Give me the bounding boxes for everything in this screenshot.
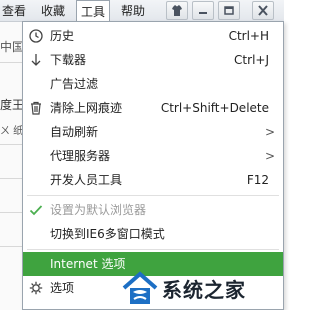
menu-item-label: 广告过滤 (50, 77, 99, 91)
shortcut-label: Ctrl+J (234, 53, 269, 67)
close-icon (258, 5, 268, 16)
menu-item-label: 开发人员工具 (50, 173, 123, 187)
menu-favorites[interactable]: 收藏 (36, 0, 70, 22)
menu-item-label: 设置为默认浏览器 (50, 203, 147, 217)
menu-separator (27, 195, 279, 196)
menu-item-label: 自动刷新 (50, 125, 99, 139)
menu-item-auto-refresh[interactable]: 自动刷新 > (23, 120, 283, 144)
submenu-arrow-icon: > (264, 149, 275, 163)
shirt-icon (172, 5, 182, 16)
download-arrow-icon (31, 54, 41, 66)
menu-item-history[interactable]: 历史 Ctrl+H (23, 24, 283, 48)
watermark: 系统之家 (118, 266, 284, 310)
gear-icon (29, 281, 43, 295)
menu-item-switch-ie6-mode[interactable]: 切换到IE6多窗口模式 (23, 222, 283, 246)
menu-item-label: 切换到IE6多窗口模式 (50, 227, 165, 241)
watermark-text: 系统之家 (162, 278, 246, 302)
menu-bar: 查看 收藏 工具 帮助 (0, 0, 284, 22)
checkmark-icon (29, 205, 43, 216)
menu-item-label: 历史 (50, 29, 75, 43)
menu-item-downloader[interactable]: 下载器 Ctrl+J (23, 48, 283, 72)
minimize-button[interactable] (192, 1, 214, 20)
shortcut-label: F12 (246, 173, 269, 187)
menu-item-label: Internet 选项 (50, 257, 126, 271)
menu-item-developer-tools[interactable]: 开发人员工具 F12 (23, 168, 283, 192)
menu-item-clear-traces[interactable]: 清除上网痕迹 Ctrl+Shift+Delete (23, 96, 283, 120)
menu-view[interactable]: 查看 (0, 0, 28, 22)
restore-button[interactable] (218, 1, 240, 20)
menu-tools[interactable]: 工具 (76, 0, 110, 22)
menu-item-proxy-server[interactable]: 代理服务器 > (23, 144, 283, 168)
close-button[interactable] (252, 1, 274, 20)
menu-separator (27, 249, 279, 250)
trash-icon (31, 101, 41, 115)
background-text: 度王 (0, 98, 25, 112)
menu-item-set-default-browser: 设置为默认浏览器 (23, 198, 283, 222)
restore-icon (224, 6, 234, 15)
minimize-icon (199, 12, 207, 14)
shortcut-label: Ctrl+H (228, 29, 269, 43)
house-logo-icon (122, 271, 158, 304)
menu-help[interactable]: 帮助 (116, 0, 150, 22)
menu-item-label: 代理服务器 (50, 149, 111, 163)
clock-icon (29, 29, 43, 43)
menu-item-label: 选项 (50, 281, 75, 295)
shortcut-label: Ctrl+Shift+Delete (160, 101, 269, 115)
menu-item-ad-filter[interactable]: 广告过滤 (23, 72, 283, 96)
menu-item-label: 下载器 (50, 53, 87, 67)
menu-item-label: 清除上网痕迹 (50, 101, 123, 115)
skin-button[interactable] (166, 1, 188, 20)
submenu-arrow-icon: > (264, 125, 275, 139)
